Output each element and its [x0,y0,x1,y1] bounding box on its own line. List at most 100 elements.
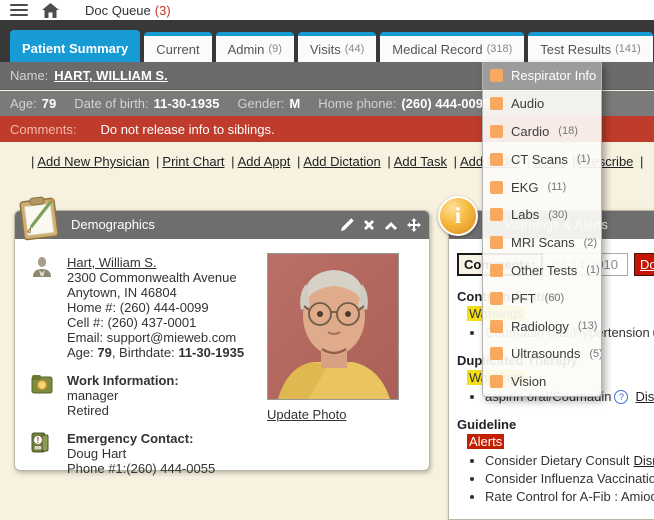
dropdown-item-respirator-info[interactable]: Respirator Info [483,62,601,90]
dismiss-link[interactable]: Dismiss [635,389,654,404]
tab-patient-summary[interactable]: Patient Summary [10,30,140,62]
home-phone-value: (260) 444-0099 [401,96,490,111]
link-add-dictation[interactable]: Add Dictation [294,154,381,169]
emergency-contact-title: Emergency Contact: [67,431,193,446]
dropdown-item-count: (13) [578,320,598,332]
tab-medical-record[interactable]: Medical Record (318) [380,32,524,62]
dropdown-item-labs[interactable]: Labs (30) [483,201,601,229]
work-info-title: Work Information: [67,373,179,388]
tab-count: (141) [615,43,641,55]
alert-item: Rate Control for A-Fib : Amiodarone [485,489,654,504]
dropdown-item-other-tests[interactable]: Other Tests (1) [483,257,601,285]
emergency-phone: Phone #1:(260) 444-0055 [67,461,215,476]
orange-square-icon [490,125,503,138]
dropdown-item-label: Audio [511,96,544,111]
edit-icon[interactable] [340,218,354,232]
tab-admin[interactable]: Admin (9) [216,32,294,62]
link-add-new-physician[interactable]: Add New Physician [28,154,149,169]
move-icon[interactable] [407,218,421,232]
orange-square-icon [490,264,503,277]
age-label: Age: [10,96,37,111]
tab-label: Current [156,42,199,57]
demographics-panel: Demographics Hart, William S. 2300 Commo… [14,210,430,471]
update-photo-link[interactable]: Update Photo [267,407,347,422]
section-heading: Guideline [457,417,654,432]
tab-label: Patient Summary [22,41,128,56]
dropdown-item-label: Labs [511,207,539,222]
doc-queue-link[interactable]: Doc Queue (3) [85,3,171,18]
hamburger-menu-icon[interactable] [10,4,28,17]
work-line2: Retired [67,403,109,418]
work-folder-icon [31,373,57,418]
close-icon[interactable] [363,219,375,231]
top-bar: Doc Queue (3) [0,0,654,20]
dropdown-item-count: (1) [577,153,590,165]
dropdown-item-ekg[interactable]: EKG (11) [483,173,601,201]
dismiss-link[interactable]: Dismiss [634,453,654,468]
dropdown-item-count: (5) [589,348,601,360]
demographics-header[interactable]: Demographics [15,211,429,239]
dropdown-item-count: (30) [548,209,568,221]
tab-label: Admin [228,42,265,57]
tab-test-results[interactable]: Test Results (141) [528,32,653,62]
patient-name-link[interactable]: HART, WILLIAM S. [54,68,167,83]
dropdown-item-ct-scans[interactable]: CT Scans (1) [483,145,601,173]
dropdown-item-label: CT Scans [511,152,568,167]
dropdown-item-pft[interactable]: PFT (60) [483,284,601,312]
dropdown-item-label: PFT [511,291,536,306]
dropdown-item-mri-scans[interactable]: MRI Scans (2) [483,229,601,257]
alert-text: Rate Control for A-Fib : Amiodarone [485,489,654,504]
home-icon[interactable] [42,3,59,18]
alert-item: Consider Dietary ConsultDismiss [485,453,654,468]
address-line1: 2300 Commonwealth Avenue [67,270,237,285]
dropdown-item-label: Cardio [511,124,549,139]
alerts-tag: Alerts [467,434,504,449]
emergency-contact-icon: ! [31,431,57,476]
dropdown-item-ultrasounds[interactable]: Ultrasounds (5) [483,340,601,368]
comments-label: Comments: [10,122,76,137]
tab-current[interactable]: Current [144,32,211,62]
comments-value: Do not release info to siblings. [100,122,274,137]
address-line2: Anytown, IN 46804 [67,285,177,300]
dropdown-item-label: EKG [511,180,538,195]
dropdown-item-label: Radiology [511,319,569,334]
email-line: Email: support@mieweb.com [67,330,236,345]
dob-label: Date of birth: [74,96,148,111]
emergency-contact-row: ! Emergency Contact: Doug Hart Phone #1:… [31,431,429,476]
orange-square-icon [490,153,503,166]
demographics-name-link[interactable]: Hart, William S. [67,255,157,270]
do-not-release-badge[interactable]: Do not release info to siblings. [634,253,654,276]
link-add-appt[interactable]: Add Appt [228,154,290,169]
tab-count: (9) [268,43,281,55]
clipboard-icon [15,195,63,244]
link-print-chart[interactable]: Print Chart [153,154,225,169]
dropdown-item-vision[interactable]: Vision [483,368,601,396]
dropdown-item-label: Other Tests [511,263,577,278]
person-icon [31,255,57,360]
dropdown-item-count: (11) [547,181,566,193]
orange-square-icon [490,181,503,194]
test-results-dropdown-menu: Respirator Info Audio Cardio (18) CT Sca… [482,62,602,397]
orange-square-icon [490,292,503,305]
guideline-section: Guideline Alerts Consider Dietary Consul… [457,417,654,504]
dropdown-item-count: (2) [584,237,597,249]
age-birthdate-line: Age: 79, Birthdate: 11-30-1935 [67,345,244,360]
orange-square-icon [490,97,503,110]
tab-visits[interactable]: Visits (44) [298,32,376,62]
dropdown-item-count: (1) [586,264,599,276]
link-add-task[interactable]: Add Task [384,154,447,169]
dropdown-item-label: MRI Scans [511,235,575,250]
name-label: Name: [10,68,48,83]
tab-label: Medical Record [392,42,482,57]
dropdown-item-audio[interactable]: Audio [483,90,601,118]
orange-square-icon [490,208,503,221]
dropdown-item-cardio[interactable]: Cardio (18) [483,118,601,146]
collapse-icon[interactable] [384,220,398,230]
demographics-title: Demographics [71,217,155,232]
cell-phone-line: Cell #: (260) 437-0001 [67,315,196,330]
help-question-icon[interactable]: ? [614,390,628,404]
tab-count: (318) [487,43,513,55]
gender-value: M [289,96,300,111]
dropdown-item-label: Respirator Info [511,68,596,83]
dropdown-item-radiology[interactable]: Radiology (13) [483,312,601,340]
